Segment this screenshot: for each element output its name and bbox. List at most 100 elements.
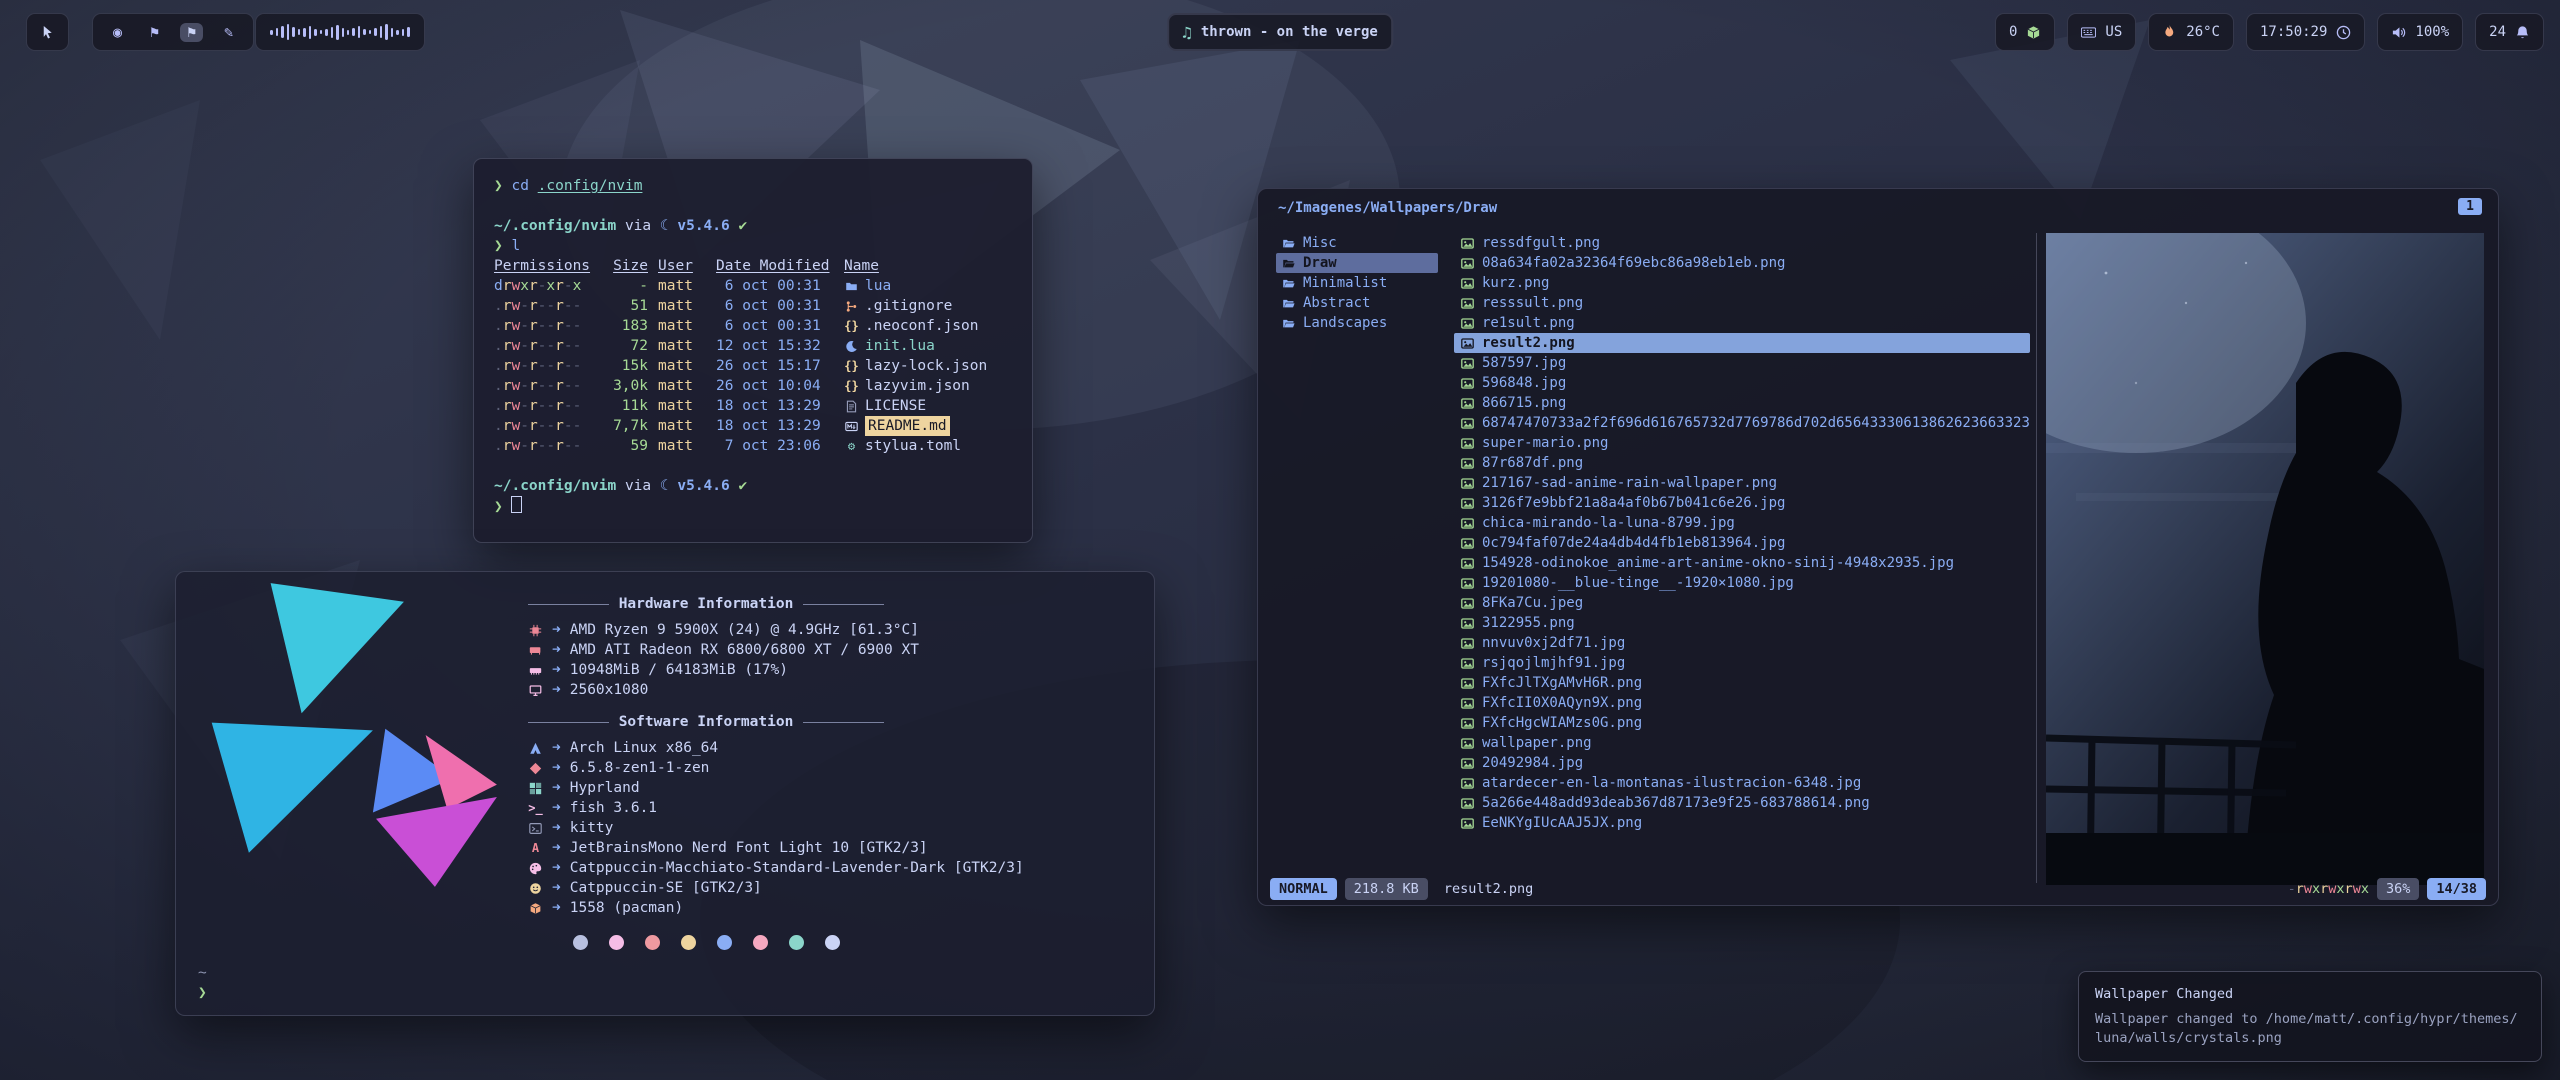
file-item[interactable]: wallpaper.png <box>1454 733 2030 753</box>
directory-item[interactable]: Abstract <box>1276 293 1438 313</box>
file-item[interactable]: 87r687df.png <box>1454 453 2030 473</box>
file-name: 596848.jpg <box>1482 375 1566 391</box>
file-item[interactable]: 3126f7e9bbf21a8a4af0b67b041c6e26.jpg <box>1454 493 2030 513</box>
file-size-badge: 218.8 KB <box>1345 878 1428 900</box>
file-item[interactable]: 866715.png <box>1454 393 2030 413</box>
file-item[interactable]: EeNKYgIUcAAJ5JX.png <box>1454 813 2030 833</box>
file-owner: matt <box>658 396 706 416</box>
folder-open-icon <box>1281 277 1296 290</box>
file-item[interactable]: 217167-sad-anime-rain-wallpaper.png <box>1454 473 2030 493</box>
file-item[interactable]: 587597.jpg <box>1454 353 2030 373</box>
directory-item[interactable]: Draw <box>1276 253 1438 273</box>
file-item[interactable]: 68747470733a2f2f696d616765732d7769786d70… <box>1454 413 2030 433</box>
fetch-window[interactable]: Hardware Information ➜ AMD Ryzen 9 5900X… <box>175 571 1155 1016</box>
visualizer-bar <box>342 28 344 37</box>
image-file-icon <box>1460 677 1475 690</box>
file-name: 587597.jpg <box>1482 355 1566 371</box>
directory-item[interactable]: Landscapes <box>1276 313 1438 333</box>
workspace-icon[interactable]: ⚑ <box>180 23 203 42</box>
software-icon <box>528 902 543 915</box>
arrow-icon: ➜ <box>552 860 561 876</box>
file-item[interactable]: 8FKa7Cu.jpeg <box>1454 593 2030 613</box>
file-item[interactable]: 596848.jpg <box>1454 373 2030 393</box>
directory-item[interactable]: Misc <box>1276 233 1438 253</box>
volume-module[interactable]: 100% <box>2377 13 2463 51</box>
permissions: .rw-r--r-- <box>494 336 594 356</box>
file-item[interactable]: nnvuv0xj2df71.jpg <box>1454 633 2030 653</box>
file-item[interactable]: 5a266e448add93deab367d87173e9f25-6837886… <box>1454 793 2030 813</box>
notification-toast[interactable]: Wallpaper Changed Wallpaper changed to /… <box>2078 971 2542 1062</box>
temperature-module[interactable]: 26°C <box>2148 13 2234 51</box>
arrow-icon: ➜ <box>552 760 561 776</box>
file-item[interactable]: result2.png <box>1454 333 2030 353</box>
image-file-icon <box>1460 657 1475 670</box>
hardware-icon <box>528 684 543 697</box>
workspace-icon[interactable]: ✎ <box>217 23 240 42</box>
notifications-module[interactable]: 24 <box>2475 13 2544 51</box>
visualizer-bar <box>287 24 289 40</box>
image-file-icon <box>1460 697 1475 710</box>
media-player-module[interactable]: ♫ thrown - on the verge <box>1167 13 1393 51</box>
file-size: 15k <box>604 356 648 376</box>
software-icon <box>528 742 543 755</box>
file-name: EeNKYgIUcAAJ5JX.png <box>1482 815 1642 831</box>
image-file-icon <box>1460 277 1475 290</box>
info-text: Catppuccin-SE [GTK2/3] <box>570 880 762 896</box>
filetype-icon <box>844 400 859 413</box>
status-modules: 0 US 26°C 17:50:29 10 <box>1995 13 2544 51</box>
info-text: kitty <box>570 820 614 836</box>
file-item[interactable]: FXfcJlTXgAMvH6R.png <box>1454 673 2030 693</box>
file-item[interactable]: ressdfgult.png <box>1454 233 2030 253</box>
workspace-switcher: ◉ ⚑ ⚑ ✎ <box>92 13 254 51</box>
clock-module[interactable]: 17:50:29 <box>2246 13 2365 51</box>
file-item[interactable]: rsjqojlmjhf91.jpg <box>1454 653 2030 673</box>
terminal-window[interactable]: ❯ cd .config/nvim ~/.config/nvim via ☾ v… <box>473 158 1033 543</box>
terminal-file-row: drwxr-xr-x - matt 6 oct 00:31 lua <box>494 276 1012 296</box>
file-item[interactable]: 08a634fa02a32364f69ebc86a98eb1eb.png <box>1454 253 2030 273</box>
cursor-position-badge: 14/38 <box>2427 878 2486 900</box>
file-item[interactable]: 19201080-__blue-tinge__-1920×1080.jpg <box>1454 573 2030 593</box>
image-file-icon <box>1460 377 1475 390</box>
file-owner: matt <box>658 276 706 296</box>
terminal-input-line[interactable]: ❯ <box>494 496 1012 516</box>
file-date: 6 oct 00:31 <box>716 296 834 316</box>
file-list-header: Permissions Size User Date Modified Name <box>494 256 1012 276</box>
file-item[interactable]: resssult.png <box>1454 293 2030 313</box>
filetype-icon: {} <box>844 360 859 372</box>
file-item[interactable]: 0c794faf07de24a4db4d4fb1eb813964.jpg <box>1454 533 2030 553</box>
file-name: .gitignore <box>865 296 952 316</box>
fetch-shell-prompt[interactable]: ~ ❯ <box>198 963 207 1003</box>
file-item[interactable]: atardecer-en-la-montanas-ilustracion-634… <box>1454 773 2030 793</box>
image-file-icon <box>1460 297 1475 310</box>
file-manager-window[interactable]: ~/Imagenes/Wallpapers/Draw 1 Misc Draw M… <box>1257 188 2499 906</box>
file-item[interactable]: kurz.png <box>1454 273 2030 293</box>
workspace-icon[interactable]: ⚑ <box>143 23 166 42</box>
keyboard-layout-module[interactable]: US <box>2067 13 2136 51</box>
filetype-icon <box>844 420 859 433</box>
info-line: ➜ Catppuccin-SE [GTK2/3] <box>528 878 1148 898</box>
file-item[interactable]: 20492984.jpg <box>1454 753 2030 773</box>
hardware-section-header: Hardware Information <box>528 596 884 612</box>
terminal-file-row: .rw-r--r-- 72 matt 12 oct 15:32 init.lua <box>494 336 1012 356</box>
file-item[interactable]: re1sult.png <box>1454 313 2030 333</box>
terminal-command-line: ❯ l <box>494 236 1012 256</box>
hardware-icon <box>528 644 543 657</box>
workspace-icon[interactable]: ◉ <box>106 23 129 42</box>
tab-indicator[interactable]: 1 <box>2458 198 2482 215</box>
file-item[interactable]: FXfcII0X0AQyn9X.png <box>1454 693 2030 713</box>
launcher-module[interactable] <box>26 13 69 51</box>
file-item[interactable]: 3122955.png <box>1454 613 2030 633</box>
info-line: ➜ 2560x1080 <box>528 680 1148 700</box>
file-name: atardecer-en-la-montanas-ilustracion-634… <box>1482 775 1861 791</box>
file-item[interactable]: super-mario.png <box>1454 433 2030 453</box>
file-date: 18 oct 13:29 <box>716 416 834 436</box>
file-item[interactable]: 154928-odinokoe_anime-art-anime-okno-sin… <box>1454 553 2030 573</box>
file-item[interactable]: chica-mirando-la-luna-8799.jpg <box>1454 513 2030 533</box>
updates-module[interactable]: 0 <box>1995 13 2055 51</box>
permissions: .rw-r--r-- <box>494 356 594 376</box>
system-info: Hardware Information ➜ AMD Ryzen 9 5900X… <box>528 592 1148 950</box>
directory-item[interactable]: Minimalist <box>1276 273 1438 293</box>
info-line: >_ ➜ fish 3.6.1 <box>528 798 1148 818</box>
file-item[interactable]: FXfcHgcWIAMzs0G.png <box>1454 713 2030 733</box>
permissions: .rw-r--r-- <box>494 396 594 416</box>
